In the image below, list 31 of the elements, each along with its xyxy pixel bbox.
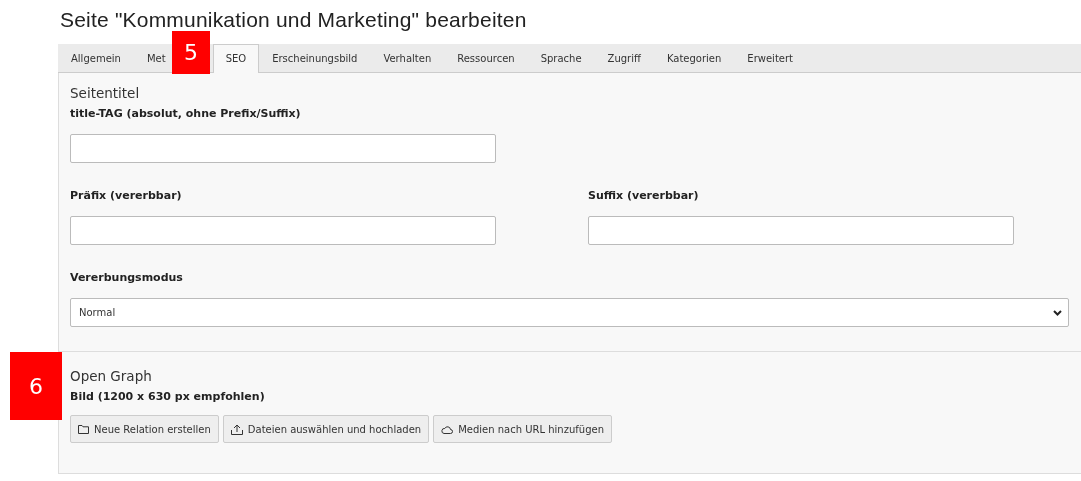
action-button[interactable]: Neue Relation erstellen [70,415,219,443]
page-title: Seite "Kommunikation und Marketing" bearbeiten [59,7,528,33]
step-marker: 6 [10,352,62,420]
field-label: Suffix (vererbbar) [588,189,700,202]
field-label: Bild (1200 x 630 px empfohlen) [70,390,266,403]
tab[interactable]: SEO [212,44,260,73]
tab[interactable]: Sprache [527,44,595,72]
step-marker: 5 [172,31,210,74]
cloud-icon [441,424,454,434]
tab[interactable]: Ressourcen [444,44,528,72]
section-heading: Open Graph [70,368,153,384]
tab[interactable]: Erweitert [734,44,806,72]
field-label: Vererbungsmodus [70,271,184,284]
suffix-field[interactable] [588,216,1014,245]
chevron-down-icon [1053,309,1062,316]
field-label: Präfix (vererbbar) [70,189,183,202]
tab[interactable]: Met [133,44,167,72]
tab[interactable]: Allgemein [58,44,134,72]
tab[interactable]: Verhalten [370,44,445,72]
upload-icon [230,423,243,435]
tab[interactable]: Kategorien [653,44,735,72]
section-heading: Seitentitel [70,85,141,101]
action-button[interactable]: Dateien auswählen und hochladen [222,415,430,443]
tab[interactable]: Zugriff [594,44,654,72]
tab[interactable]: Erscheinungsbild [259,44,371,72]
prefix-field[interactable] [70,216,496,245]
mode-select[interactable]: Normal [70,298,1069,327]
field-label: title-TAG (absolut, ohne Prefix/Suffix) [70,107,302,120]
title-tag-field[interactable] [70,134,496,163]
folder-icon [78,424,89,434]
action-button[interactable]: Medien nach URL hinzufügen [433,415,612,443]
